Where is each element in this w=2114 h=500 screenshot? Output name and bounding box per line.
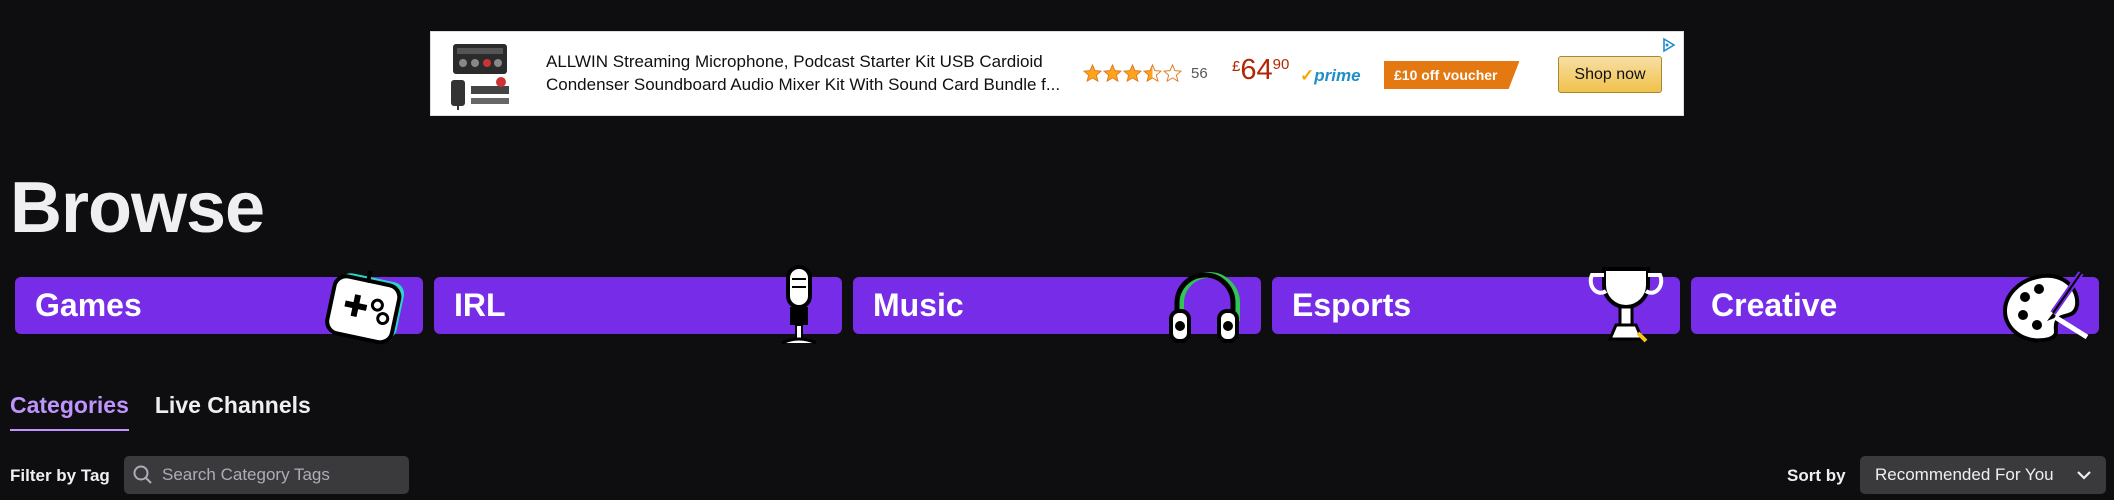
ad-title-line-2: Condenser Soundboard Audio Mixer Kit Wit… (546, 75, 1061, 94)
category-card-esports[interactable]: Esports (1272, 267, 1680, 343)
product-image[interactable] (445, 36, 515, 112)
paint-palette-icon (2002, 271, 2089, 343)
category-card-irl[interactable]: IRL (434, 265, 842, 345)
category-card-creative[interactable]: Creative (1691, 271, 2099, 343)
category-label: Creative (1711, 287, 1838, 323)
category-cards: Games IRL Music Esports Creative (15, 265, 2100, 345)
chevron-down-icon (2077, 471, 2091, 480)
trophy-icon (1588, 267, 1664, 343)
ad-banner[interactable]: ALLWIN Streaming Microphone, Podcast Sta… (430, 31, 1684, 116)
rating-count: 56 (1191, 65, 1208, 82)
ad-choices-icon[interactable] (1661, 37, 1677, 53)
star-icon (1103, 64, 1122, 83)
voucher-badge[interactable]: £10 off voucher (1384, 61, 1520, 89)
headphones-icon (1169, 272, 1240, 343)
price-fraction: 90 (1272, 56, 1290, 73)
category-label: Games (35, 287, 142, 323)
ad-title-line-1: ALLWIN Streaming Microphone, Podcast Sta… (546, 52, 1043, 71)
browse-tabs: Categories Live Channels (10, 390, 311, 432)
category-card-games[interactable]: Games (15, 270, 423, 345)
star-icon (1123, 64, 1142, 83)
ad-price: £6490 (1232, 54, 1289, 87)
ad-product-title[interactable]: ALLWIN Streaming Microphone, Podcast Sta… (546, 50, 1066, 96)
tag-search-box[interactable] (124, 456, 409, 494)
page-title: Browse (10, 168, 265, 248)
category-card-music[interactable]: Music (853, 272, 1261, 343)
sort-selected-value: Recommended For You (1875, 465, 2054, 484)
sort-by-label: Sort by (1787, 466, 1846, 485)
empty-star-icon (1163, 64, 1182, 83)
star-icon (1083, 64, 1102, 83)
sort-dropdown[interactable]: Recommended For You (1860, 456, 2106, 494)
prime-label: prime (1314, 66, 1361, 85)
price-whole: 64 (1240, 54, 1273, 86)
check-icon: ✓ (1300, 66, 1315, 85)
search-icon (133, 465, 152, 484)
controller-icon (325, 270, 405, 345)
category-label: Esports (1292, 287, 1412, 323)
tab-categories[interactable]: Categories (10, 390, 129, 432)
category-label: IRL (454, 287, 506, 323)
prime-badge: ✓prime (1300, 66, 1361, 86)
shop-now-button[interactable]: Shop now (1558, 56, 1662, 93)
search-category-tags-input[interactable] (162, 465, 402, 485)
half-star-icon (1143, 64, 1162, 83)
category-label: Music (873, 287, 964, 323)
tab-live-channels[interactable]: Live Channels (155, 390, 311, 432)
microphone-icon (781, 265, 817, 345)
filter-by-tag-label: Filter by Tag (10, 466, 110, 485)
star-rating: 56 (1083, 64, 1208, 83)
price-currency: £ (1232, 58, 1241, 75)
